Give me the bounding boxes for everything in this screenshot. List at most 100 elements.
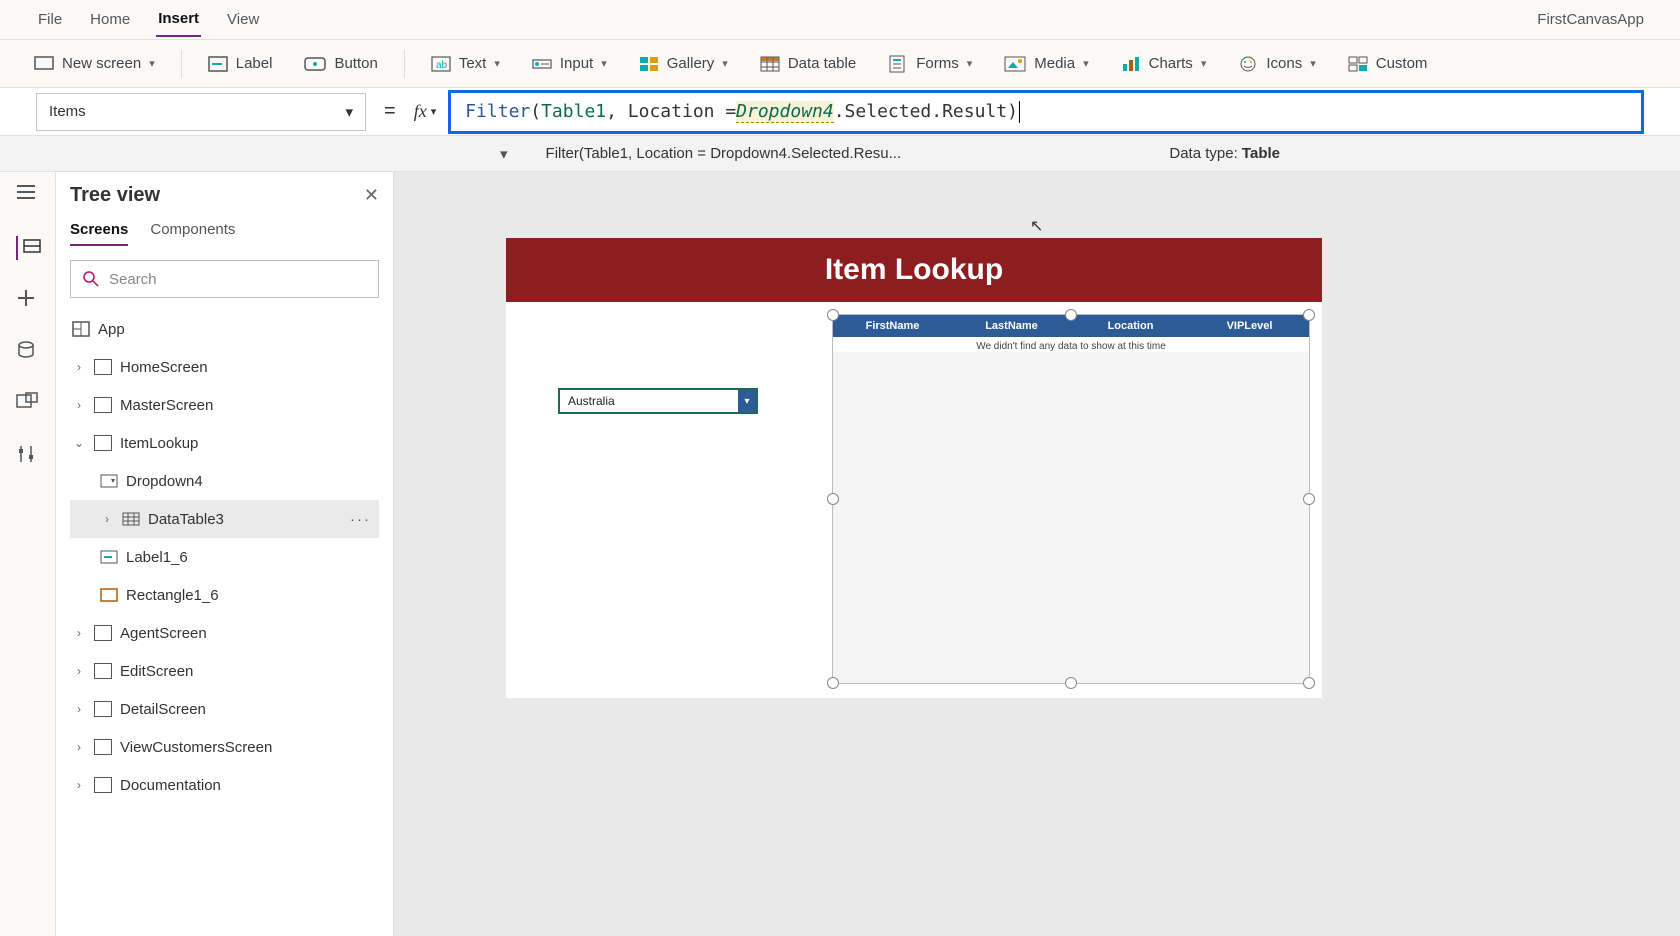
dropdown-icon <box>100 474 118 488</box>
app-title: Item Lookup <box>506 238 1322 302</box>
tree-view-pane: Tree view ✕ Screens Components Search Ap… <box>56 172 394 936</box>
insert-icon[interactable] <box>16 288 40 312</box>
tree-node-itemlookup[interactable]: ⌄ItemLookup <box>70 424 379 462</box>
property-selector[interactable]: Items ▾ <box>36 93 366 131</box>
hamburger-icon[interactable] <box>16 184 40 208</box>
tree-node-editscreen[interactable]: ›EditScreen <box>70 652 379 690</box>
label-button[interactable]: Label <box>202 51 279 76</box>
formula-bar: Items ▾ = fx ▾ Filter(Table1, Location =… <box>0 88 1680 136</box>
col-viplevel[interactable]: VIPLevel <box>1190 315 1309 337</box>
charts-icon <box>1121 56 1141 72</box>
dropdown4-control[interactable]: Australia ▾ <box>558 388 758 414</box>
tree-node-app[interactable]: App <box>70 310 379 348</box>
main-area: Tree view ✕ Screens Components Search Ap… <box>0 172 1680 936</box>
screen-icon <box>94 739 112 755</box>
screen-icon <box>34 56 54 72</box>
screen-icon <box>94 359 112 375</box>
input-button[interactable]: Input ▾ <box>526 51 613 76</box>
rectangle-icon <box>100 588 118 602</box>
chevron-down-icon[interactable]: ▾ <box>500 145 508 163</box>
menu-view[interactable]: View <box>225 3 261 36</box>
input-label: Input <box>560 55 593 72</box>
icons-icon <box>1238 55 1258 73</box>
menu-file[interactable]: File <box>36 3 64 36</box>
screen-icon <box>94 397 112 413</box>
tree-node-detailscreen[interactable]: ›DetailScreen <box>70 690 379 728</box>
datatable3-control[interactable]: FirstName LastName Location VIPLevel We … <box>832 314 1310 684</box>
forms-button[interactable]: Forms ▾ <box>882 51 978 77</box>
tree-node-viewcustomersscreen[interactable]: ›ViewCustomersScreen <box>70 728 379 766</box>
tree-node-agentscreen[interactable]: › AgentScreen <box>70 614 379 652</box>
tab-components[interactable]: Components <box>150 221 235 246</box>
menu-home[interactable]: Home <box>88 3 132 36</box>
forms-icon <box>888 55 908 73</box>
search-placeholder: Search <box>109 271 157 288</box>
media-button[interactable]: Media ▾ <box>998 51 1094 76</box>
col-lastname[interactable]: LastName <box>952 315 1071 337</box>
selection-handle[interactable] <box>1303 677 1315 689</box>
tree-view-icon[interactable] <box>16 236 40 260</box>
col-location[interactable]: Location <box>1071 315 1190 337</box>
formula-input[interactable]: Filter(Table1, Location = Dropdown4.Sele… <box>448 90 1644 134</box>
custom-button[interactable]: Custom <box>1342 51 1434 76</box>
selection-handle[interactable] <box>827 493 839 505</box>
search-input[interactable]: Search <box>70 260 379 298</box>
tree-node-dropdown4[interactable]: Dropdown4 <box>70 462 379 500</box>
tree-label: Dropdown4 <box>126 473 203 490</box>
tree-node-datatable3[interactable]: ›DataTable3··· <box>70 500 379 538</box>
icons-button[interactable]: Icons ▾ <box>1232 51 1321 77</box>
tree-label: HomeScreen <box>120 359 208 376</box>
chevron-down-icon: ▾ <box>1083 57 1089 70</box>
chevron-right-icon: › <box>72 740 86 754</box>
separator <box>404 50 405 78</box>
chevron-right-icon: › <box>72 626 86 640</box>
table-icon <box>760 56 780 72</box>
screen-icon <box>94 777 112 793</box>
mouse-cursor-icon: ↖ <box>1030 216 1043 236</box>
menu-insert[interactable]: Insert <box>156 2 201 37</box>
selection-handle[interactable] <box>827 309 839 321</box>
close-icon[interactable]: ✕ <box>364 185 379 206</box>
tree-label: MasterScreen <box>120 397 213 414</box>
tree-node-label1-6[interactable]: Label1_6 <box>70 538 379 576</box>
text-button[interactable]: ab Text ▾ <box>425 51 506 76</box>
chevron-down-icon: ▾ <box>601 57 607 70</box>
selection-handle[interactable] <box>1303 493 1315 505</box>
media-pane-icon[interactable] <box>16 392 40 416</box>
tab-screens[interactable]: Screens <box>70 221 128 246</box>
data-table-button[interactable]: Data table <box>754 51 862 76</box>
screen-icon <box>94 625 112 641</box>
canvas[interactable]: ↖ Item Lookup Australia ▾ FirstName Last… <box>394 172 1680 936</box>
selection-handle[interactable] <box>1065 677 1077 689</box>
gallery-button[interactable]: Gallery ▾ <box>633 51 734 76</box>
tree-label: AgentScreen <box>120 625 207 642</box>
tree-node-rectangle1-6[interactable]: Rectangle1_6 <box>70 576 379 614</box>
charts-button[interactable]: Charts ▾ <box>1115 51 1213 76</box>
tree-label: Label1_6 <box>126 549 188 566</box>
tree-label: EditScreen <box>120 663 193 680</box>
app-icon <box>72 321 90 337</box>
new-screen-button[interactable]: New screen ▾ <box>28 51 161 76</box>
selection-handle[interactable] <box>1065 309 1077 321</box>
selection-handle[interactable] <box>827 677 839 689</box>
tree-node-homescreen[interactable]: ›HomeScreen <box>70 348 379 386</box>
tools-icon[interactable] <box>16 444 40 468</box>
formula-open: ( <box>530 101 541 122</box>
button-button[interactable]: Button <box>298 51 383 76</box>
data-icon[interactable] <box>16 340 40 364</box>
col-firstname[interactable]: FirstName <box>833 315 952 337</box>
svg-text:ab: ab <box>436 60 448 71</box>
charts-label: Charts <box>1149 55 1193 72</box>
chevron-down-icon[interactable]: ▾ <box>738 390 756 412</box>
fx-button[interactable]: fx ▾ <box>414 101 437 122</box>
ribbon: New screen ▾ Label Button ab Text ▾ Inpu… <box>0 40 1680 88</box>
text-icon: ab <box>431 56 451 72</box>
more-icon[interactable]: ··· <box>350 511 371 528</box>
chevron-right-icon: › <box>72 778 86 792</box>
chevron-down-icon: ▾ <box>1201 57 1207 70</box>
equals-sign: = <box>378 100 402 123</box>
tree-node-documentation[interactable]: ›Documentation <box>70 766 379 804</box>
app-name: FirstCanvasApp <box>1537 11 1644 28</box>
tree-node-masterscreen[interactable]: ›MasterScreen <box>70 386 379 424</box>
selection-handle[interactable] <box>1303 309 1315 321</box>
